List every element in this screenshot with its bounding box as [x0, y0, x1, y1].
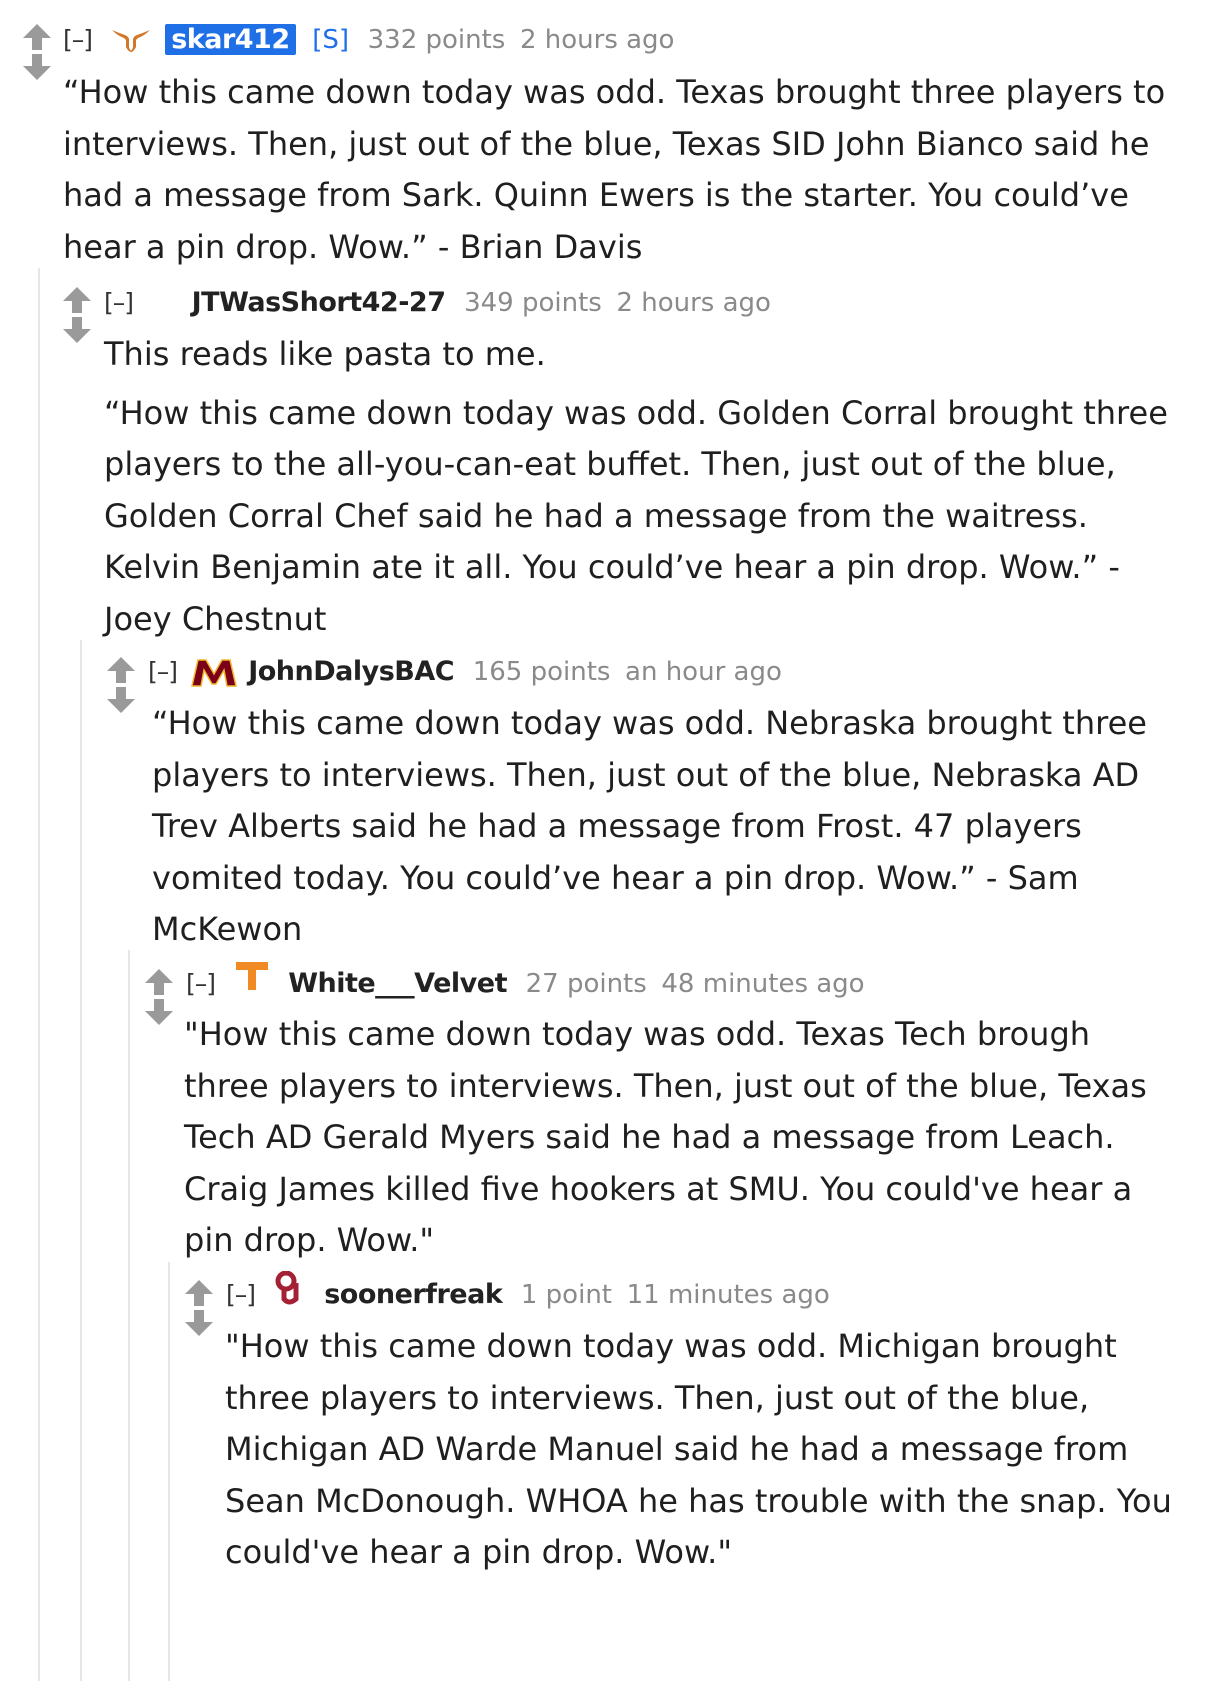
comment-text: "How this came down today was odd. Texas… — [184, 1015, 1147, 1259]
comment-body: This reads like pasta to me. “How this c… — [104, 329, 1184, 645]
downvote-arrow-icon[interactable] — [142, 997, 176, 1027]
downvote-arrow-icon[interactable] — [60, 315, 94, 345]
collapse-toggle[interactable]: [–] — [148, 657, 178, 686]
comment-tagline: [–] skar412 [S] 332 points 2 hours ago — [63, 20, 674, 60]
tennessee-t-logo-icon — [235, 962, 268, 990]
author-link[interactable]: JTWasShort42-27 — [192, 287, 446, 318]
upvote-arrow-icon[interactable] — [182, 1278, 216, 1308]
comment-body: “How this came down today was odd. Texas… — [63, 67, 1183, 273]
longhorn-logo-icon — [111, 29, 150, 52]
collapse-toggle[interactable]: [–] — [104, 288, 134, 317]
vote-arrows — [20, 22, 54, 84]
points: 27 points — [525, 969, 647, 999]
timestamp[interactable]: 2 hours ago — [520, 25, 675, 55]
thread-line — [38, 268, 40, 1681]
author-link[interactable]: White___Velvet — [288, 968, 507, 999]
vote-arrows — [60, 285, 94, 347]
upvote-arrow-icon[interactable] — [142, 967, 176, 997]
author-link[interactable]: skar412 — [165, 24, 296, 55]
thread-line — [80, 640, 82, 1681]
comment-text: This reads like pasta to me. — [104, 335, 546, 373]
upvote-arrow-icon[interactable] — [60, 285, 94, 315]
vote-arrows — [142, 967, 176, 1029]
oklahoma-ou-logo-icon — [275, 1271, 299, 1305]
vote-arrows — [104, 655, 138, 717]
submitter-badge[interactable]: [S] — [312, 25, 349, 55]
downvote-arrow-icon[interactable] — [104, 685, 138, 715]
author-link[interactable]: soonerfreak — [324, 1279, 503, 1310]
points: 332 points — [367, 25, 506, 55]
timestamp[interactable]: an hour ago — [625, 657, 782, 687]
collapse-toggle[interactable]: [–] — [186, 969, 216, 998]
comment-tagline: [–] JohnDalysBAC 165 points an hour ago — [148, 652, 782, 692]
collapse-toggle[interactable]: [–] — [63, 25, 93, 54]
minnesota-m-logo-icon — [190, 658, 237, 687]
upvote-arrow-icon[interactable] — [20, 22, 54, 52]
comment-text: “How this came down today was odd. Golde… — [104, 393, 1168, 638]
collapse-toggle[interactable]: [–] — [226, 1280, 256, 1309]
timestamp[interactable]: 11 minutes ago — [627, 1280, 830, 1310]
comment-text: “How this came down today was odd. Texas… — [63, 73, 1166, 266]
upvote-arrow-icon[interactable] — [104, 655, 138, 685]
points: 165 points — [472, 657, 611, 687]
points: 1 point — [520, 1280, 612, 1310]
comment-tagline: [–] soonerfreak 1 point 11 minutes ago — [226, 1271, 830, 1315]
downvote-arrow-icon[interactable] — [20, 52, 54, 82]
comment-body: “How this came down today was odd. Nebra… — [152, 698, 1182, 956]
comment-text: “How this came down today was odd. Nebra… — [152, 704, 1147, 948]
thread-line — [168, 1262, 170, 1681]
author-link[interactable]: JohnDalysBAC — [248, 656, 454, 687]
comment-body: "How this came down today was odd. Michi… — [225, 1321, 1175, 1579]
vote-arrows — [182, 1278, 216, 1340]
points: 349 points — [464, 288, 602, 318]
downvote-arrow-icon[interactable] — [182, 1308, 216, 1338]
thread-line — [128, 950, 130, 1681]
timestamp[interactable]: 2 hours ago — [616, 288, 771, 318]
comment-text: "How this came down today was odd. Michi… — [225, 1327, 1172, 1571]
timestamp[interactable]: 48 minutes ago — [661, 969, 864, 999]
comment-body: "How this came down today was odd. Texas… — [184, 1009, 1174, 1267]
comment-tagline: [–] JTWasShort42-27 349 points 2 hours a… — [104, 283, 771, 323]
comment-tagline: [–] White___Velvet 27 points 48 minutes … — [186, 962, 865, 1004]
